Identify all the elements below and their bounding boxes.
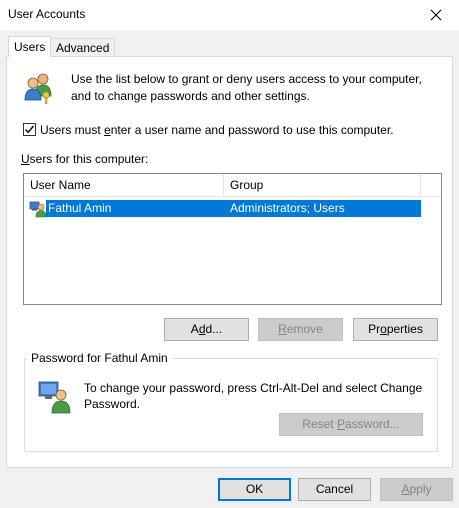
properties-label-part: perties bbox=[386, 322, 423, 336]
row-group: Administrators; Users bbox=[230, 201, 345, 215]
password-line-2: Password. bbox=[84, 397, 141, 411]
remove-label-part: emove bbox=[286, 322, 323, 336]
column-divider[interactable] bbox=[420, 174, 421, 196]
password-line-1: To change your password, press Ctrl-Alt-… bbox=[84, 381, 423, 395]
row-user-name: Fathul Amin bbox=[48, 201, 112, 215]
close-button[interactable] bbox=[413, 0, 459, 30]
tab-users-label: Users bbox=[14, 40, 46, 54]
require-login-label-key: e bbox=[104, 123, 111, 137]
reset-password-button[interactable]: Reset Password... bbox=[279, 413, 423, 436]
password-instructions: To change your password, press Ctrl-Alt-… bbox=[84, 380, 422, 412]
add-button[interactable]: Add... bbox=[164, 318, 249, 341]
column-group-label: Group bbox=[230, 178, 264, 192]
add-label-part: d... bbox=[205, 322, 223, 336]
users-group-icon bbox=[24, 73, 52, 104]
remove-button[interactable]: Remove bbox=[258, 318, 343, 341]
password-group-title: Password for Fathul Amin bbox=[27, 351, 172, 365]
column-header-user-name[interactable]: User Name bbox=[24, 174, 222, 196]
properties-label-part: Pr bbox=[368, 322, 381, 336]
listview-header: User Name Group bbox=[24, 174, 441, 197]
intro-text: Use the list below to grant or deny user… bbox=[71, 71, 422, 105]
properties-label-key: o bbox=[380, 322, 387, 336]
users-listview[interactable]: User Name Group Fathul Amin Administrato… bbox=[23, 173, 442, 305]
require-login-label-part: Users must bbox=[40, 123, 105, 137]
cancel-button[interactable]: Cancel bbox=[298, 478, 371, 501]
tab-advanced-label: Advanced bbox=[56, 41, 110, 55]
reset-label-key: P bbox=[336, 417, 345, 431]
add-label-key: d bbox=[198, 322, 206, 336]
close-icon bbox=[430, 9, 442, 21]
require-login-label[interactable]: Users must enter a user name and passwor… bbox=[40, 123, 394, 137]
apply-button[interactable]: Apply bbox=[380, 478, 453, 501]
reset-label-part: assword... bbox=[345, 417, 400, 431]
title-bar: User Accounts bbox=[0, 0, 459, 30]
reset-label-part: Reset bbox=[302, 417, 337, 431]
table-row[interactable]: Fathul Amin Administrators; Users bbox=[46, 200, 421, 217]
column-header-group[interactable]: Group bbox=[224, 174, 420, 196]
checkmark-icon bbox=[25, 125, 35, 134]
intro-line-2: and to change passwords and other settin… bbox=[71, 89, 310, 103]
properties-button[interactable]: Properties bbox=[353, 318, 438, 341]
user-password-icon bbox=[38, 381, 71, 414]
window-title: User Accounts bbox=[8, 7, 86, 21]
users-list-label-part: sers for this computer: bbox=[29, 152, 149, 166]
ok-button[interactable]: OK bbox=[218, 478, 291, 501]
users-list-label: Users for this computer: bbox=[21, 152, 148, 166]
users-list-label-key: U bbox=[21, 152, 30, 166]
tab-advanced[interactable]: Advanced bbox=[50, 38, 116, 56]
tab-users[interactable]: Users bbox=[8, 36, 52, 57]
require-login-checkbox[interactable] bbox=[23, 123, 36, 136]
apply-label-key: A bbox=[401, 482, 410, 496]
apply-label-part: pply bbox=[409, 482, 432, 496]
remove-label-key: R bbox=[278, 322, 287, 336]
column-user-name-label: User Name bbox=[30, 178, 91, 192]
add-label-part: A bbox=[190, 322, 199, 336]
user-icon bbox=[29, 201, 47, 218]
intro-line-1: Use the list below to grant or deny user… bbox=[71, 72, 422, 86]
require-login-label-part: nter a user name and password to use thi… bbox=[110, 123, 394, 137]
